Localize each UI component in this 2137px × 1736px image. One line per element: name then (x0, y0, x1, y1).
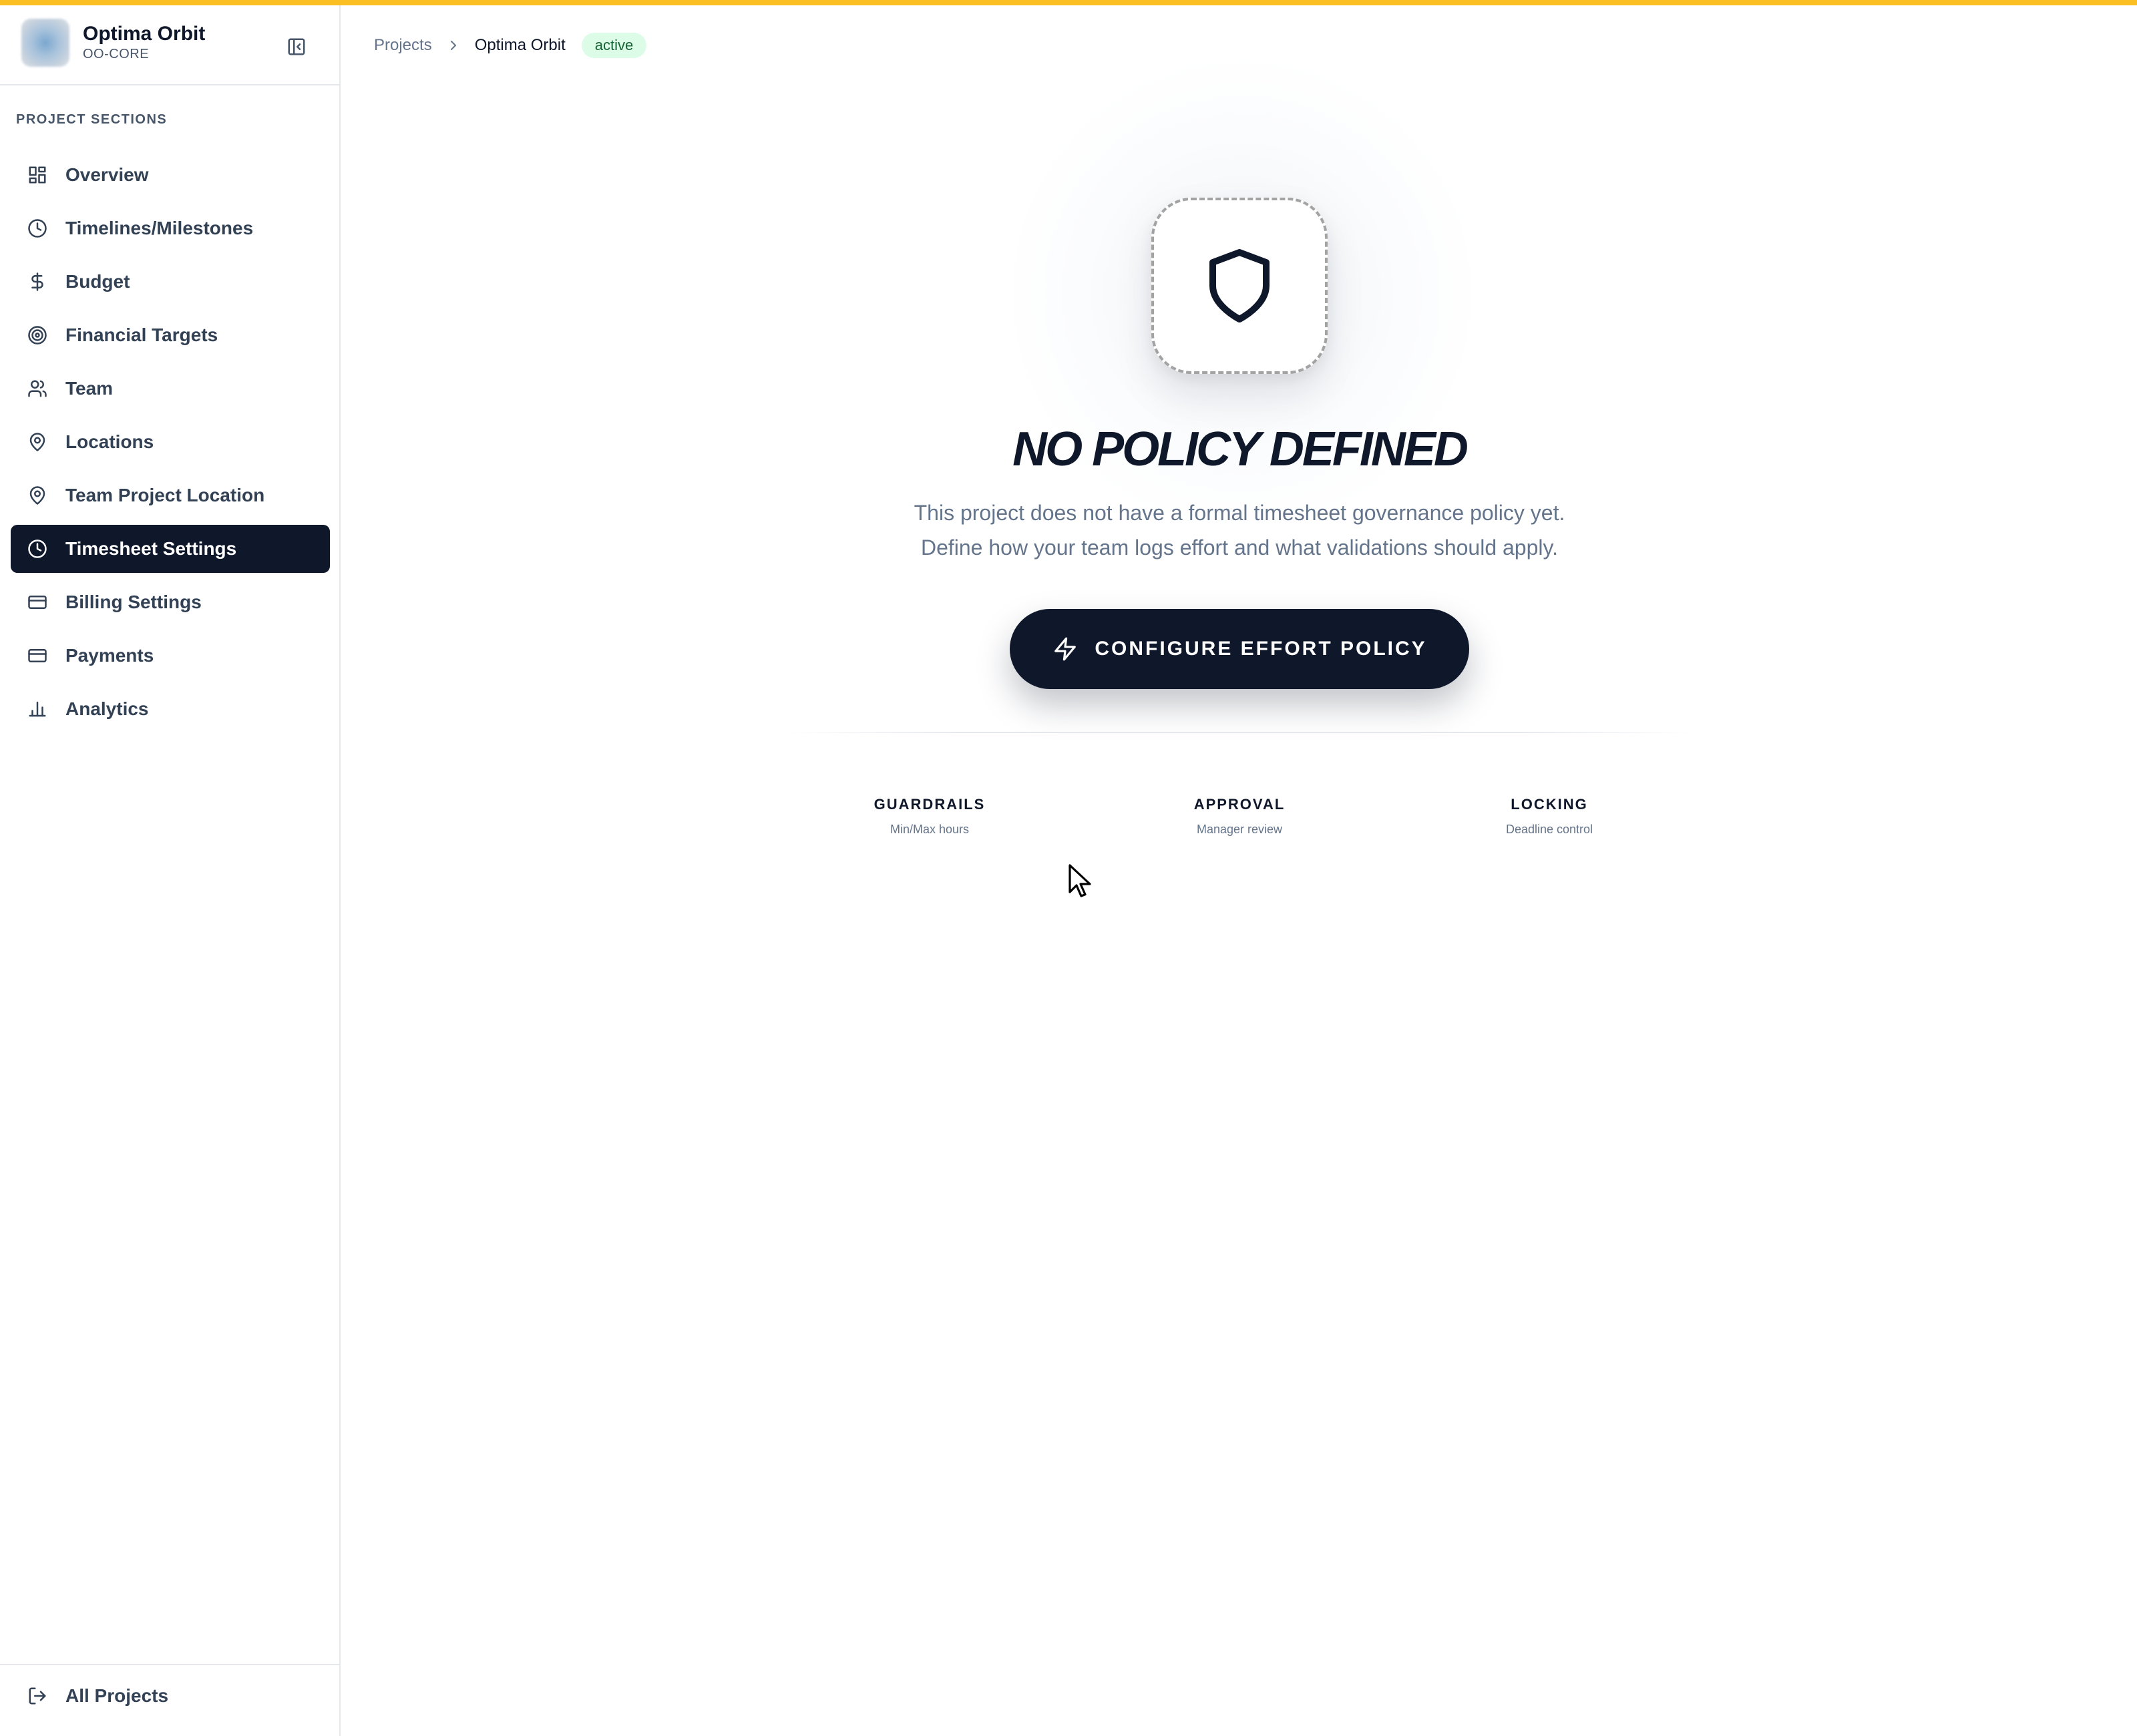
sidebar-item-analytics[interactable]: Analytics (11, 685, 330, 733)
dollar-icon (27, 271, 48, 292)
sidebar-item-payments[interactable]: Payments (11, 632, 330, 680)
project-name: Optima Orbit (83, 23, 206, 45)
project-code: OO-CORE (83, 47, 150, 61)
collapse-sidebar-button[interactable] (283, 33, 310, 60)
empty-state-title: NO POLICY DEFINED (1012, 423, 1469, 476)
target-icon (27, 324, 48, 346)
shield-icon (1209, 249, 1270, 322)
feature-approval: APPROVAL Manager review (1085, 796, 1394, 837)
bar-chart-icon (27, 698, 48, 720)
feature-subtitle: Deadline control (1505, 823, 1593, 836)
sidebar-item-label: Financial Targets (65, 324, 218, 345)
empty-state-description: This project does not have a formal time… (668, 495, 1811, 565)
panel-left-icon (288, 38, 305, 55)
empty-state-line-2: Define how your team logs effort and wha… (920, 535, 1559, 560)
credit-card-icon (27, 592, 48, 613)
sidebar-item-label: Timelines/Milestones (65, 218, 254, 238)
configure-effort-policy-button[interactable]: CONFIGURE EFFORT POLICY (1010, 609, 1469, 689)
project-logo (21, 19, 69, 67)
feature-guardrails: GUARDRAILS Min/Max hours (775, 796, 1085, 837)
sidebar-item-label: Timesheet Settings (65, 538, 237, 559)
project-header: Optima Orbit OO-CORE (0, 5, 339, 85)
sidebar-item-label: Team (65, 378, 114, 399)
chevron-right-icon (443, 35, 464, 56)
sidebar-item-label: Billing Settings (65, 592, 202, 612)
sidebar-nav: Overview Timelines/Milestones Budget Fin… (11, 151, 330, 738)
feature-title: GUARDRAILS (873, 796, 986, 813)
sidebar: Optima Orbit OO-CORE PROJECT SECTIONS Ov… (0, 5, 341, 1736)
clock-icon (27, 218, 48, 239)
sidebar-item-financial-targets[interactable]: Financial Targets (11, 311, 330, 359)
sidebar-item-timesheet-settings[interactable]: Timesheet Settings (11, 525, 330, 573)
credit-card-icon (27, 645, 48, 666)
clock-icon (27, 538, 48, 560)
sidebar-section-title: PROJECT SECTIONS (16, 112, 168, 127)
sidebar-item-label: Budget (65, 271, 130, 292)
all-projects-label: All Projects (65, 1685, 169, 1706)
divider (788, 732, 1691, 733)
map-pin-icon (27, 431, 48, 453)
mouse-cursor-icon (1068, 864, 1091, 897)
sidebar-item-label: Analytics (65, 698, 149, 719)
layout-grid-icon (27, 164, 48, 186)
empty-state-illustration (1151, 198, 1328, 374)
empty-state-line-1: This project does not have a formal time… (914, 501, 1565, 525)
feature-subtitle: Manager review (1196, 823, 1283, 836)
sidebar-item-team[interactable]: Team (11, 365, 330, 413)
zap-icon (1052, 636, 1079, 662)
feature-locking: LOCKING Deadline control (1394, 796, 1704, 837)
breadcrumb: Projects Optima Orbit active (374, 31, 647, 60)
all-projects-link[interactable]: All Projects (27, 1685, 168, 1707)
sidebar-item-overview[interactable]: Overview (11, 151, 330, 199)
sidebar-item-label: Overview (65, 164, 149, 185)
sidebar-item-label: Team Project Location (65, 485, 265, 505)
configure-effort-policy-label: CONFIGURE EFFORT POLICY (1095, 638, 1427, 660)
feature-subtitle: Min/Max hours (890, 823, 970, 836)
feature-title: LOCKING (1511, 796, 1588, 813)
sidebar-item-billing-settings[interactable]: Billing Settings (11, 578, 330, 626)
sidebar-item-budget[interactable]: Budget (11, 258, 330, 306)
sidebar-item-label: Locations (65, 431, 154, 452)
sidebar-footer: All Projects (0, 1664, 339, 1736)
sidebar-item-timelines[interactable]: Timelines/Milestones (11, 204, 330, 252)
sidebar-item-team-project-location[interactable]: Team Project Location (11, 471, 330, 519)
status-badge: active (581, 33, 647, 58)
sidebar-item-locations[interactable]: Locations (11, 418, 330, 466)
policy-features: GUARDRAILS Min/Max hours APPROVAL Manage… (775, 796, 1704, 837)
feature-title: APPROVAL (1193, 796, 1286, 813)
breadcrumb-current: Optima Orbit (474, 36, 566, 54)
top-accent-bar (0, 0, 2137, 5)
map-pin-icon (27, 485, 48, 506)
sidebar-item-label: Payments (65, 645, 154, 666)
log-out-icon (27, 1685, 48, 1707)
users-icon (27, 378, 48, 399)
breadcrumb-projects-link[interactable]: Projects (374, 36, 432, 55)
